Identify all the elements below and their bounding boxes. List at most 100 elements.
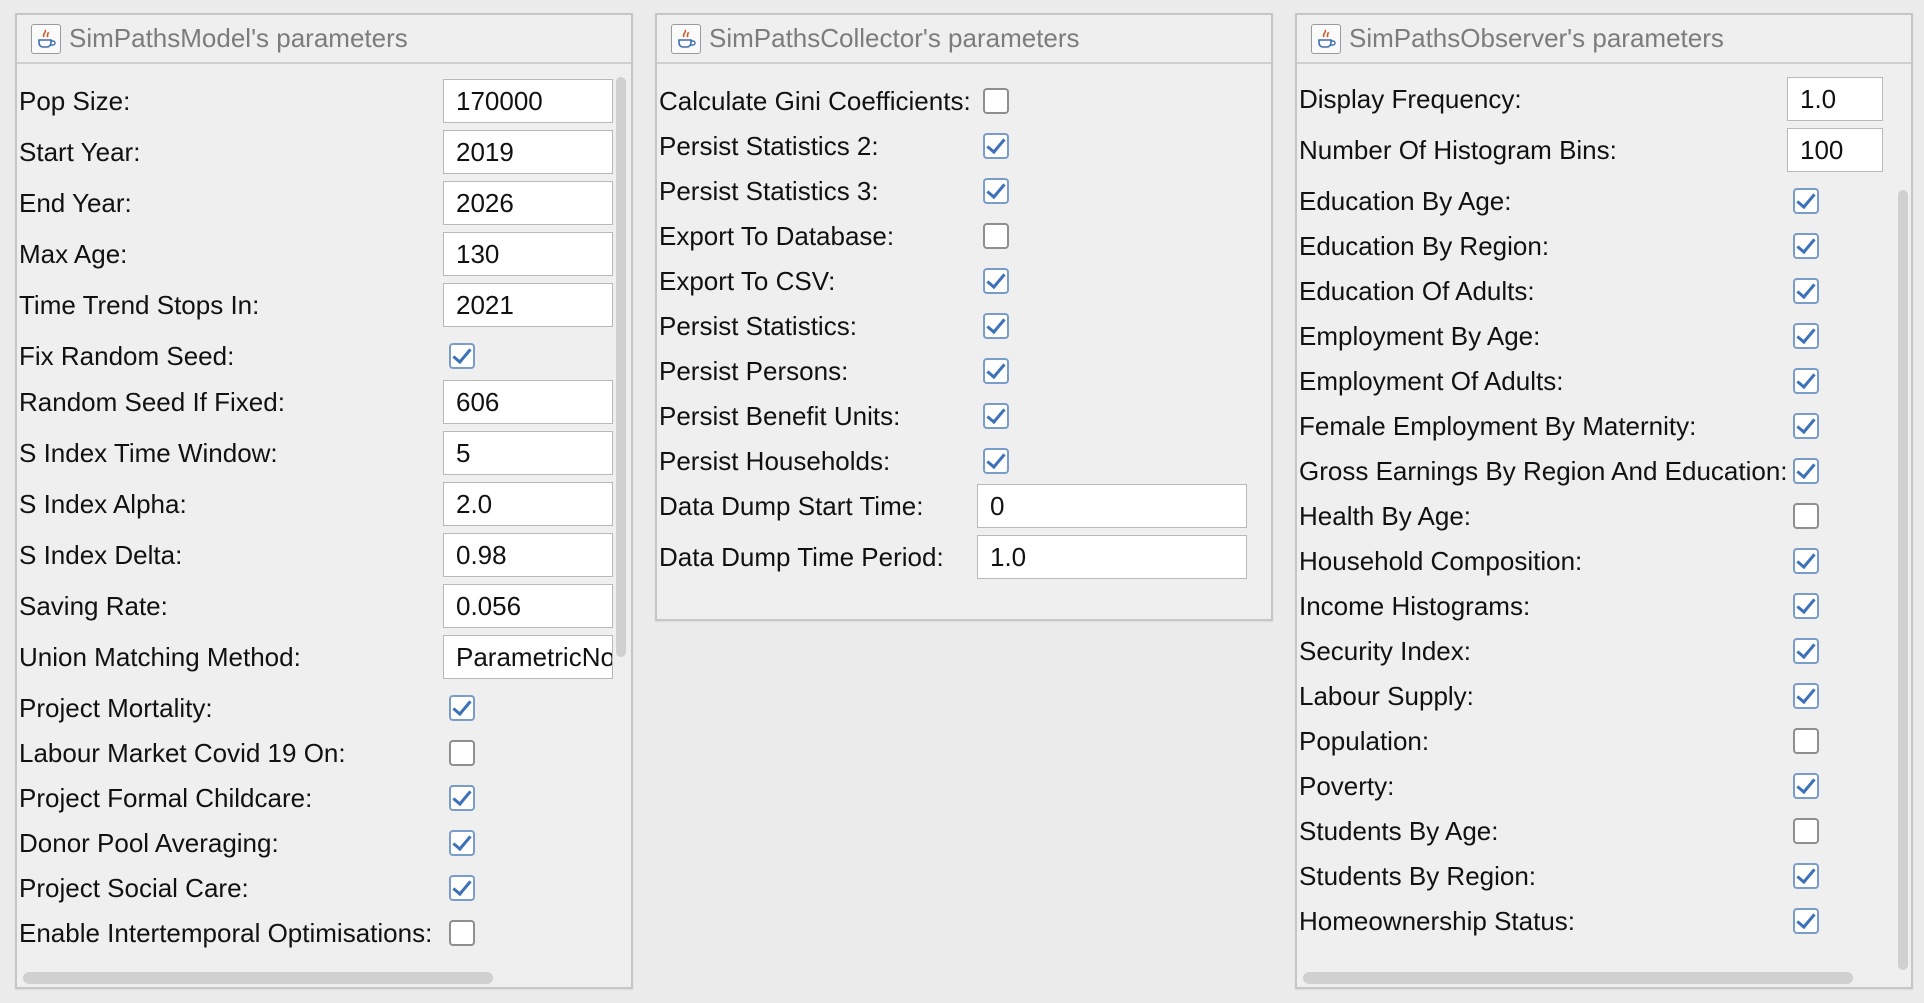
param-row-number-of-histogram-bins: Number Of Histogram Bins: 100 <box>1297 128 1911 172</box>
param-label: Project Social Care: <box>19 873 249 903</box>
project-social-care-checkbox[interactable] <box>449 875 475 901</box>
students-by-age-checkbox[interactable] <box>1793 818 1819 844</box>
gross-earnings-by-region-and-education-checkbox[interactable] <box>1793 458 1819 484</box>
param-label: Education By Region: <box>1299 231 1550 261</box>
param-row-education-of-adults: Education Of Adults: <box>1297 271 1911 311</box>
panel-title: SimPathsModel's parameters <box>69 23 408 53</box>
param-label: Project Formal Childcare: <box>19 783 313 813</box>
param-row-s-index-delta: S Index Delta: 0.98 <box>17 533 631 577</box>
vertical-scrollbar[interactable] <box>616 77 626 657</box>
persist-statistics-checkbox[interactable] <box>983 313 1009 339</box>
param-row-project-formal-childcare: Project Formal Childcare: <box>17 778 631 818</box>
persist-statistics-3-checkbox[interactable] <box>983 178 1009 204</box>
persist-benefit-units-checkbox[interactable] <box>983 403 1009 429</box>
end-year-field[interactable]: 2026 <box>443 181 613 225</box>
students-by-region-checkbox[interactable] <box>1793 863 1819 889</box>
saving-rate-field[interactable]: 0.056 <box>443 584 613 628</box>
s-index-time-window-field[interactable]: 5 <box>443 431 613 475</box>
data-dump-time-period-field[interactable]: 1.0 <box>977 535 1247 579</box>
health-by-age-checkbox[interactable] <box>1793 503 1819 529</box>
param-row-calculate-gini-coefficients: Calculate Gini Coefficients: <box>657 81 1271 121</box>
start-year-field[interactable]: 2019 <box>443 130 613 174</box>
horizontal-scrollbar[interactable] <box>1303 972 1853 984</box>
param-row-fix-random-seed: Fix Random Seed: <box>17 336 631 376</box>
project-formal-childcare-checkbox[interactable] <box>449 785 475 811</box>
data-dump-start-time-field[interactable]: 0 <box>977 484 1247 528</box>
s-index-delta-field[interactable]: 0.98 <box>443 533 613 577</box>
param-label: Education Of Adults: <box>1299 276 1535 306</box>
s-index-alpha-field[interactable]: 2.0 <box>443 482 613 526</box>
param-row-persist-statistics-3: Persist Statistics 3: <box>657 171 1271 211</box>
param-row-education-by-age: Education By Age: <box>1297 181 1911 221</box>
project-mortality-checkbox[interactable] <box>449 695 475 721</box>
param-label: Export To CSV: <box>659 266 836 296</box>
model-parameters-panel: SimPathsModel's parameters Pop Size: 1700… <box>15 13 633 989</box>
param-row-project-social-care: Project Social Care: <box>17 868 631 908</box>
max-age-field[interactable]: 130 <box>443 232 613 276</box>
export-to-database-checkbox[interactable] <box>983 223 1009 249</box>
collector-parameters-panel: SimPathsCollector's parameters Calculate… <box>655 13 1273 621</box>
param-label: Start Year: <box>19 137 141 167</box>
persist-statistics-2-checkbox[interactable] <box>983 133 1009 159</box>
income-histograms-checkbox[interactable] <box>1793 593 1819 619</box>
param-label: Income Histograms: <box>1299 591 1531 621</box>
param-label: Students By Age: <box>1299 816 1499 846</box>
persist-households-checkbox[interactable] <box>983 448 1009 474</box>
param-label: Population: <box>1299 726 1430 756</box>
poverty-checkbox[interactable] <box>1793 773 1819 799</box>
persist-persons-checkbox[interactable] <box>983 358 1009 384</box>
param-label: Calculate Gini Coefficients: <box>659 86 971 116</box>
param-label: Time Trend Stops In: <box>19 290 260 320</box>
education-by-region-checkbox[interactable] <box>1793 233 1819 259</box>
population-checkbox[interactable] <box>1793 728 1819 754</box>
female-employment-by-maternity-checkbox[interactable] <box>1793 413 1819 439</box>
param-row-students-by-age: Students By Age: <box>1297 811 1911 851</box>
vertical-scrollbar[interactable] <box>1898 190 1908 970</box>
time-trend-stops-in-field[interactable]: 2021 <box>443 283 613 327</box>
pop-size-field[interactable]: 170000 <box>443 79 613 123</box>
donor-pool-averaging-checkbox[interactable] <box>449 830 475 856</box>
param-label: Data Dump Start Time: <box>659 491 924 521</box>
number-of-histogram-bins-field[interactable]: 100 <box>1787 128 1883 172</box>
param-row-pop-size: Pop Size: 170000 <box>17 79 631 123</box>
calculate-gini-coefficients-checkbox[interactable] <box>983 88 1009 114</box>
param-row-s-index-time-window: S Index Time Window: 5 <box>17 431 631 475</box>
param-label: Data Dump Time Period: <box>659 542 944 572</box>
employment-by-age-checkbox[interactable] <box>1793 323 1819 349</box>
education-by-age-checkbox[interactable] <box>1793 188 1819 214</box>
param-row-education-by-region: Education By Region: <box>1297 226 1911 266</box>
enable-intertemporal-optimisations-checkbox[interactable] <box>449 920 475 946</box>
java-icon <box>31 23 61 54</box>
horizontal-scrollbar[interactable] <box>23 972 493 984</box>
observer-parameters-panel: SimPathsObserver's parameters Display Fr… <box>1295 13 1913 989</box>
union-matching-method-field[interactable]: ParametricNo <box>443 635 613 679</box>
labour-market-covid-19-on-checkbox[interactable] <box>449 740 475 766</box>
employment-of-adults-checkbox[interactable] <box>1793 368 1819 394</box>
labour-supply-checkbox[interactable] <box>1793 683 1819 709</box>
param-label: End Year: <box>19 188 132 218</box>
param-label: Random Seed If Fixed: <box>19 387 285 417</box>
param-label: Employment By Age: <box>1299 321 1541 351</box>
household-composition-checkbox[interactable] <box>1793 548 1819 574</box>
security-index-checkbox[interactable] <box>1793 638 1819 664</box>
param-row-saving-rate: Saving Rate: 0.056 <box>17 584 631 628</box>
param-row-poverty: Poverty: <box>1297 766 1911 806</box>
param-label: Health By Age: <box>1299 501 1471 531</box>
export-to-csv-checkbox[interactable] <box>983 268 1009 294</box>
param-label: Poverty: <box>1299 771 1395 801</box>
param-label: Persist Statistics 3: <box>659 176 879 206</box>
param-row-time-trend-stops-in: Time Trend Stops In: 2021 <box>17 283 631 327</box>
param-label: Export To Database: <box>659 221 895 251</box>
homeownership-status-checkbox[interactable] <box>1793 908 1819 934</box>
param-row-gross-earnings-by-region-and-education: Gross Earnings By Region And Education: <box>1297 451 1911 491</box>
param-row-persist-statistics-2: Persist Statistics 2: <box>657 126 1271 166</box>
param-label: Students By Region: <box>1299 861 1537 891</box>
param-row-health-by-age: Health By Age: <box>1297 496 1911 536</box>
display-frequency-field[interactable]: 1.0 <box>1787 77 1883 121</box>
param-label: Labour Market Covid 19 On: <box>19 738 346 768</box>
param-row-s-index-alpha: S Index Alpha: 2.0 <box>17 482 631 526</box>
fix-random-seed-checkbox[interactable] <box>449 343 475 369</box>
random-seed-if-fixed-field[interactable]: 606 <box>443 380 613 424</box>
param-row-employment-of-adults: Employment Of Adults: <box>1297 361 1911 401</box>
education-of-adults-checkbox[interactable] <box>1793 278 1819 304</box>
